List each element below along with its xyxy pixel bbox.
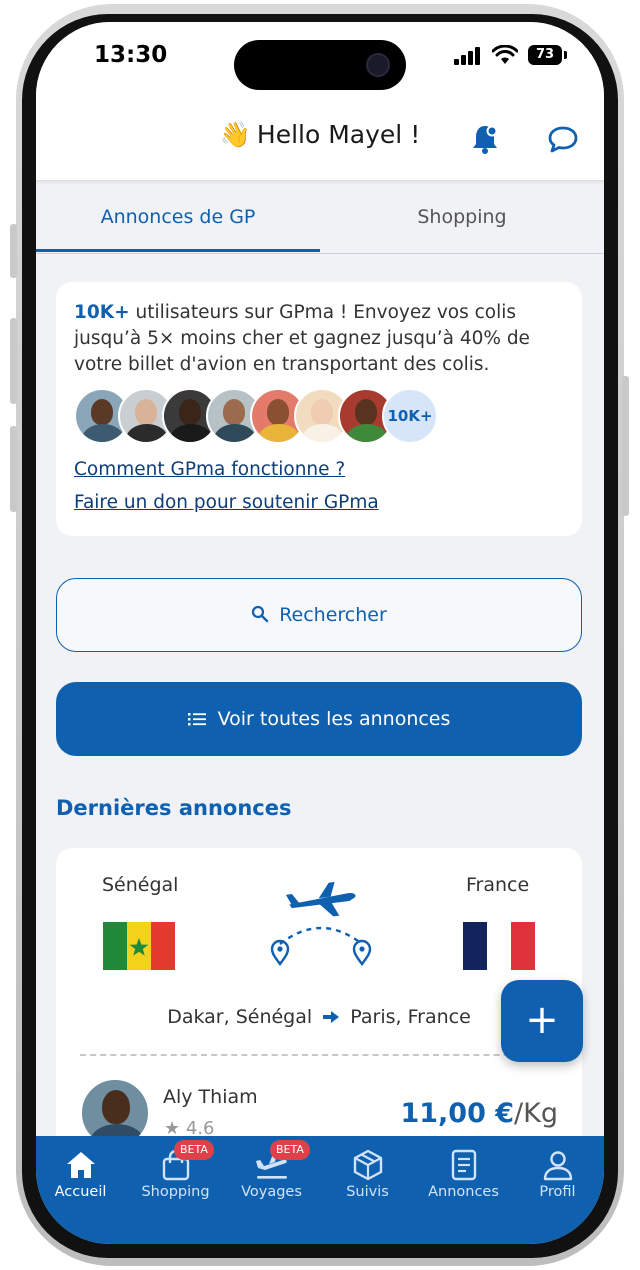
- origin-country: Sénégal: [102, 874, 179, 896]
- destination-city: Paris, France: [350, 1006, 471, 1028]
- volume-down-button: [10, 426, 17, 512]
- beta-badge: BETA: [270, 1140, 310, 1160]
- promo-body: utilisateurs sur GPma ! Envoyez vos coli…: [74, 302, 530, 375]
- battery-tip: [564, 51, 567, 59]
- camera-icon: [366, 53, 390, 77]
- dynamic-island: [234, 40, 406, 90]
- origin-city: Dakar, Sénégal: [167, 1006, 313, 1028]
- tab-bar: Annonces de GP Shopping: [36, 181, 604, 254]
- search-button-label: Rechercher: [279, 604, 387, 626]
- nav-label: Suivis: [346, 1184, 389, 1200]
- senegal-flag-icon: [103, 922, 175, 970]
- greeting-text: Hello Mayel !: [256, 120, 421, 149]
- divider: [80, 1054, 550, 1056]
- add-listing-button[interactable]: +: [501, 980, 583, 1062]
- nav-label: Accueil: [54, 1184, 107, 1200]
- nav-label: Voyages: [241, 1184, 302, 1200]
- user-icon: [543, 1151, 573, 1181]
- wave-icon: 👋: [219, 120, 251, 149]
- package-icon: [353, 1149, 383, 1181]
- tab-annonces-de-gp[interactable]: Annonces de GP: [36, 181, 320, 253]
- mute-switch: [10, 224, 17, 278]
- user-avatars: 10K+: [74, 388, 474, 448]
- app-header: 👋 Hello Mayel !: [36, 102, 604, 181]
- nav-label: Annonces: [428, 1184, 499, 1200]
- home-icon: [67, 1152, 95, 1178]
- app-screen: 13:30 73 👋Hello Mayel ! Annonces de GP: [36, 22, 604, 1244]
- tab-shopping[interactable]: Shopping: [320, 181, 604, 253]
- wifi-icon: [492, 45, 518, 64]
- nav-label: Profil: [539, 1184, 576, 1200]
- beta-badge: BETA: [174, 1140, 214, 1160]
- status-bar: 13:30 73: [36, 22, 604, 102]
- view-all-label: Voir toutes les annonces: [217, 708, 451, 730]
- search-button[interactable]: Rechercher: [56, 578, 582, 652]
- how-it-works-link[interactable]: Comment GPma fonctionne ?: [74, 459, 345, 480]
- arrow-right-icon: [323, 1011, 340, 1023]
- chat-bubble-icon[interactable]: [546, 122, 580, 156]
- active-tab-indicator: [36, 249, 320, 252]
- promo-card: 10K+ utilisateurs sur GPma ! Envoyez vos…: [56, 282, 582, 536]
- destination-country: France: [466, 874, 530, 896]
- latest-listings-title: Dernières annonces: [56, 796, 292, 820]
- price-unit: /Kg: [514, 1098, 558, 1129]
- status-time: 13:30: [94, 42, 168, 68]
- document-icon: [451, 1149, 477, 1181]
- price-per-kg: 11,00 €/Kg: [400, 1098, 558, 1129]
- donate-link[interactable]: Faire un don pour soutenir GPma: [74, 492, 379, 513]
- signal-icon: [454, 47, 480, 65]
- traveler-name: Aly Thiam: [163, 1086, 258, 1108]
- search-icon: [252, 605, 269, 623]
- promo-text: 10K+ utilisateurs sur GPma ! Envoyez vos…: [74, 300, 564, 378]
- battery-indicator: 73: [528, 45, 562, 65]
- flight-route-icon: [270, 882, 372, 967]
- france-flag-icon: [463, 922, 535, 970]
- notification-bell-icon[interactable]: [468, 122, 502, 156]
- promo-highlight: 10K+: [74, 302, 130, 323]
- power-button: [622, 376, 629, 516]
- nav-label: Shopping: [141, 1184, 210, 1200]
- bottom-navigation: Accueil BETA Shopping BETA Voyages Suivi…: [36, 1136, 604, 1244]
- volume-up-button: [10, 318, 17, 404]
- view-all-listings-button[interactable]: Voir toutes les annonces: [56, 682, 582, 756]
- price-value: 11,00 €: [400, 1098, 515, 1129]
- users-count-badge: 10K+: [382, 388, 438, 444]
- list-icon: [187, 713, 206, 726]
- greeting: 👋 Hello Mayel !: [36, 120, 604, 150]
